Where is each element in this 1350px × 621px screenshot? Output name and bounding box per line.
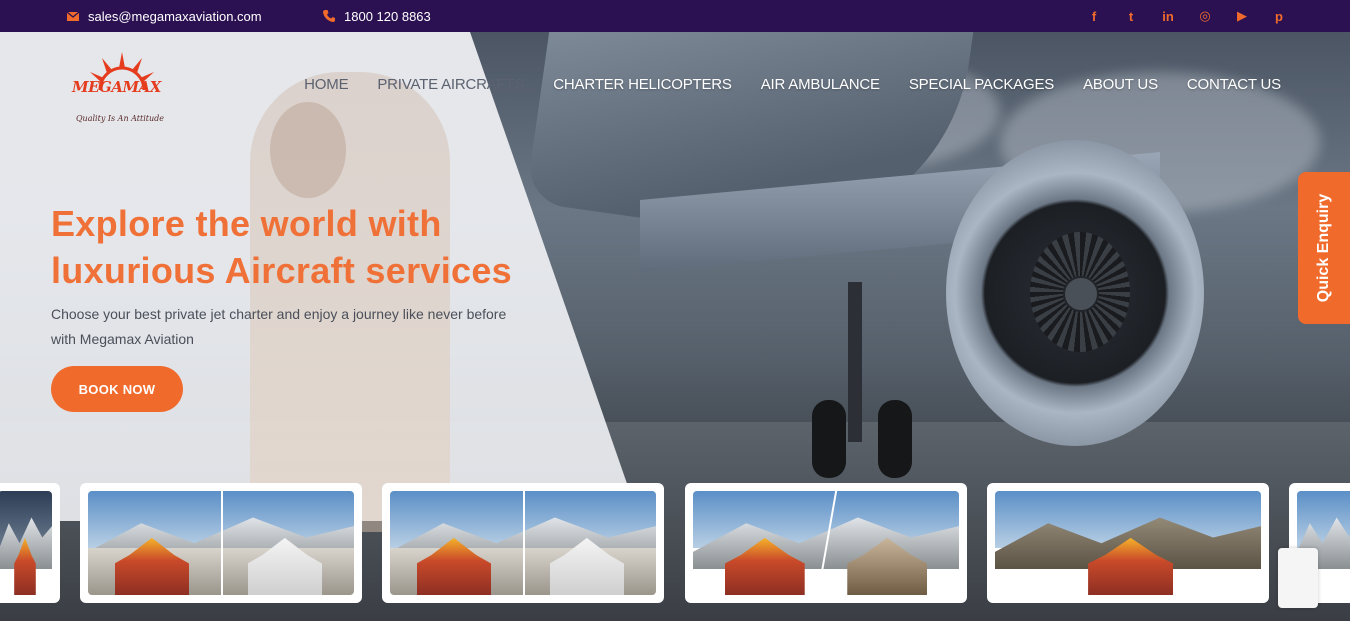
- phone-text: 1800 120 8863: [344, 8, 431, 24]
- email-text: sales@megamaxaviation.com: [88, 8, 262, 24]
- linkedin-icon[interactable]: in: [1159, 9, 1177, 24]
- nav-about-us[interactable]: ABOUT US: [1083, 76, 1158, 93]
- nav-charter-helicopters[interactable]: CHARTER HELICOPTERS: [553, 76, 732, 93]
- site-logo[interactable]: MEGAMAX Quality Is An Attitude: [72, 50, 172, 130]
- nav-special-packages[interactable]: SPECIAL PACKAGES: [909, 76, 1054, 93]
- hero-title-line2: luxurious Aircraft services: [51, 250, 512, 291]
- pinterest-icon[interactable]: p: [1270, 9, 1288, 24]
- hero-subtitle-line2: with Megamax Aviation: [51, 331, 194, 347]
- facebook-icon[interactable]: f: [1085, 9, 1103, 24]
- package-card[interactable]: [80, 483, 362, 603]
- twitter-icon[interactable]: t: [1122, 9, 1140, 24]
- engine-hub: [1063, 276, 1099, 312]
- main-nav: HOME PRIVATE AIRCRAFTS CHARTER HELICOPTE…: [304, 76, 1281, 93]
- hero-subtitle: Choose your best private jet charter and…: [51, 302, 551, 352]
- landing-wheel: [878, 400, 912, 478]
- logo-tagline: Quality Is An Attitude: [76, 114, 165, 123]
- landing-gear: [848, 282, 862, 442]
- book-now-button[interactable]: BOOK NOW: [51, 366, 183, 412]
- hero-subtitle-line1: Choose your best private jet charter and…: [51, 306, 507, 322]
- quick-enquiry-label: Quick Enquiry: [1315, 193, 1332, 303]
- recaptcha-badge[interactable]: [1278, 548, 1318, 608]
- nav-home[interactable]: HOME: [304, 76, 348, 93]
- package-image: [88, 491, 354, 595]
- logo-wordmark: MEGAMAX: [72, 78, 161, 96]
- package-image: [693, 491, 959, 595]
- hero-title-line1: Explore the world with: [51, 203, 442, 244]
- package-card[interactable]: [0, 483, 60, 603]
- nav-private-aircrafts[interactable]: PRIVATE AIRCRAFTS: [377, 76, 524, 93]
- nav-contact-us[interactable]: CONTACT US: [1187, 76, 1281, 93]
- package-card[interactable]: [382, 483, 664, 603]
- package-image: [995, 491, 1261, 595]
- social-links: f t in ◎ ▶ p: [1085, 0, 1288, 32]
- envelope-icon: [66, 11, 80, 21]
- nav-air-ambulance[interactable]: AIR AMBULANCE: [761, 76, 880, 93]
- phone-link[interactable]: 1800 120 8863: [322, 0, 431, 32]
- email-link[interactable]: sales@megamaxaviation.com: [66, 0, 262, 32]
- package-image: [0, 491, 52, 595]
- package-card[interactable]: [685, 483, 967, 603]
- instagram-icon[interactable]: ◎: [1196, 8, 1214, 24]
- package-image: [390, 491, 656, 595]
- quick-enquiry-tab[interactable]: Quick Enquiry: [1298, 172, 1350, 324]
- hero-title: Explore the world with luxurious Aircraf…: [51, 200, 591, 294]
- landing-wheel: [812, 400, 846, 478]
- top-bar: sales@megamaxaviation.com 1800 120 8863 …: [0, 0, 1350, 32]
- package-card[interactable]: [987, 483, 1269, 603]
- phone-icon: [323, 10, 335, 22]
- youtube-icon[interactable]: ▶: [1233, 8, 1251, 24]
- woman-head: [270, 102, 346, 198]
